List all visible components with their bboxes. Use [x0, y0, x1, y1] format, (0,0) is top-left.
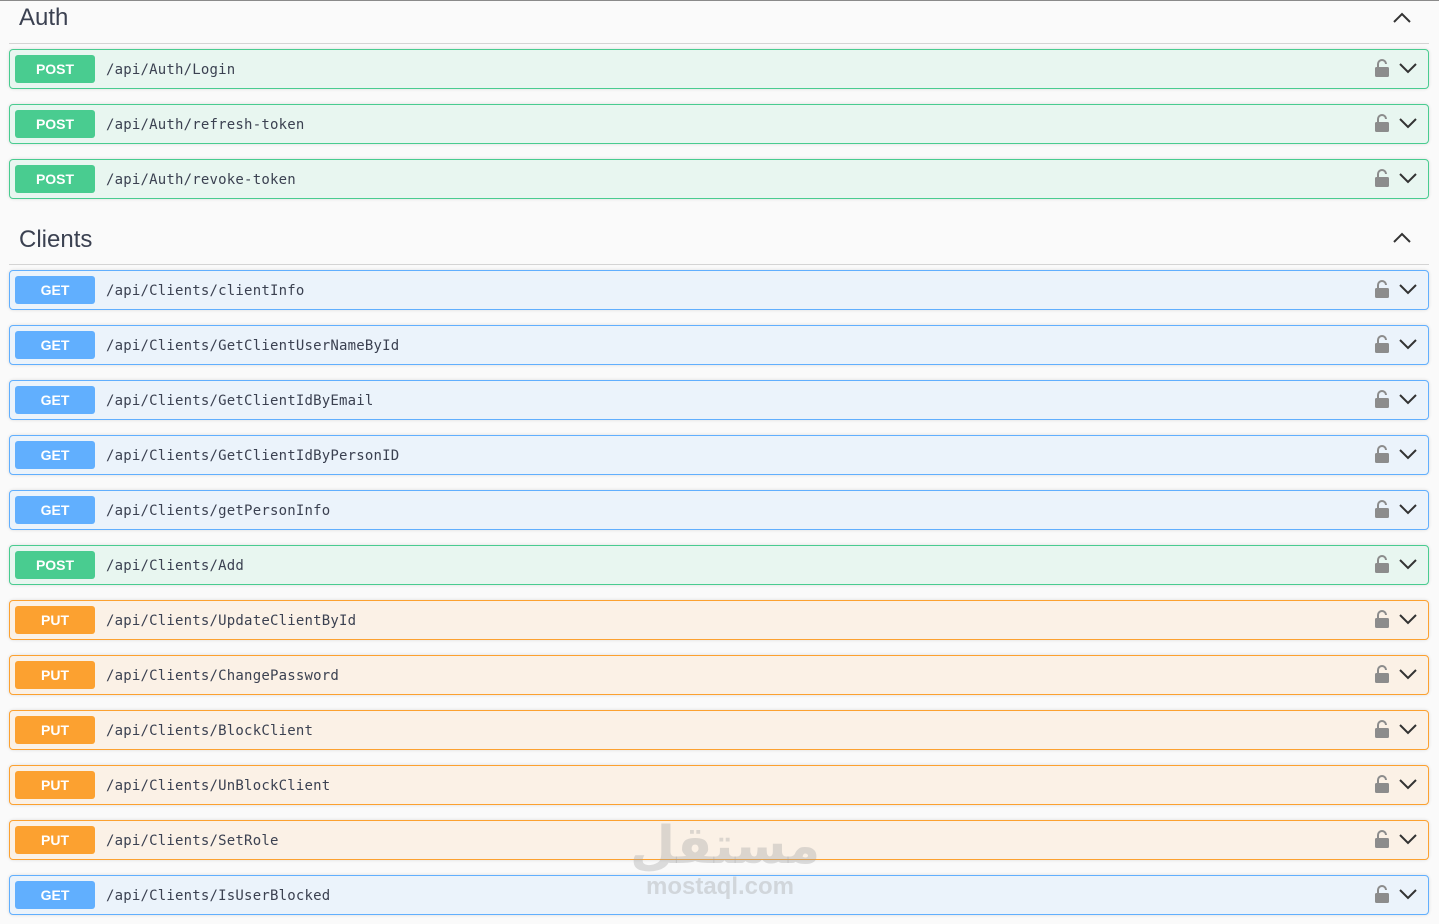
operation-row[interactable]: GET/api/Clients/GetClientIdByEmail: [9, 380, 1429, 420]
chevron-down-icon[interactable]: [1398, 168, 1418, 188]
section-clients-header[interactable]: Clients: [9, 224, 1429, 265]
lock-icon[interactable]: [1374, 499, 1390, 519]
method-badge: PUT: [15, 771, 95, 799]
endpoint-path: /api/Clients/BlockClient: [106, 723, 314, 739]
lock-icon[interactable]: [1374, 334, 1390, 354]
endpoint-path: /api/Clients/clientInfo: [106, 283, 305, 299]
method-badge: POST: [15, 551, 95, 579]
chevron-down-icon[interactable]: [1398, 113, 1418, 133]
endpoint-path: /api/Clients/UnBlockClient: [106, 778, 331, 794]
endpoint-path: /api/Clients/SetRole: [106, 833, 279, 849]
method-badge: POST: [15, 110, 95, 138]
method-badge: PUT: [15, 661, 95, 689]
lock-icon[interactable]: [1374, 554, 1390, 574]
chevron-down-icon[interactable]: [1398, 334, 1418, 354]
method-badge: GET: [15, 441, 95, 469]
method-badge: POST: [15, 165, 95, 193]
chevron-down-icon[interactable]: [1398, 884, 1418, 904]
lock-icon[interactable]: [1374, 774, 1390, 794]
operation-row[interactable]: GET/api/Clients/GetClientUserNameById: [9, 325, 1429, 365]
operation-row[interactable]: GET/api/Clients/IsUserBlocked: [9, 875, 1429, 915]
operation-row[interactable]: PUT/api/Clients/SetRole: [9, 820, 1429, 860]
method-badge: POST: [15, 55, 95, 83]
chevron-up-icon[interactable]: [1391, 7, 1413, 29]
operation-row[interactable]: PUT/api/Clients/UnBlockClient: [9, 765, 1429, 805]
lock-icon[interactable]: [1374, 58, 1390, 78]
operation-row[interactable]: POST/api/Auth/refresh-token: [9, 104, 1429, 144]
chevron-up-icon[interactable]: [1391, 227, 1413, 249]
endpoint-path: /api/Clients/GetClientIdByPersonID: [106, 448, 400, 464]
endpoint-path: /api/Auth/refresh-token: [106, 117, 305, 133]
endpoint-path: /api/Clients/IsUserBlocked: [106, 888, 331, 904]
method-badge: PUT: [15, 606, 95, 634]
lock-icon[interactable]: [1374, 444, 1390, 464]
method-badge: GET: [15, 276, 95, 304]
endpoint-path: /api/Clients/Add: [106, 558, 245, 574]
chevron-down-icon[interactable]: [1398, 279, 1418, 299]
chevron-down-icon[interactable]: [1398, 719, 1418, 739]
lock-icon[interactable]: [1374, 113, 1390, 133]
method-badge: GET: [15, 386, 95, 414]
chevron-down-icon[interactable]: [1398, 389, 1418, 409]
endpoint-path: /api/Auth/Login: [106, 62, 236, 78]
operation-row[interactable]: GET/api/Clients/getPersonInfo: [9, 490, 1429, 530]
method-badge: PUT: [15, 716, 95, 744]
endpoint-path: /api/Auth/revoke-token: [106, 172, 296, 188]
operation-row[interactable]: PUT/api/Clients/BlockClient: [9, 710, 1429, 750]
lock-icon[interactable]: [1374, 609, 1390, 629]
operation-row[interactable]: POST/api/Auth/revoke-token: [9, 159, 1429, 199]
operation-row[interactable]: POST/api/Clients/Add: [9, 545, 1429, 585]
lock-icon[interactable]: [1374, 719, 1390, 739]
method-badge: GET: [15, 881, 95, 909]
endpoint-path: /api/Clients/UpdateClientById: [106, 613, 357, 629]
chevron-down-icon[interactable]: [1398, 58, 1418, 78]
operation-row[interactable]: PUT/api/Clients/UpdateClientById: [9, 600, 1429, 640]
chevron-down-icon[interactable]: [1398, 444, 1418, 464]
operation-row[interactable]: GET/api/Clients/clientInfo: [9, 270, 1429, 310]
operation-row[interactable]: POST/api/Auth/Login: [9, 49, 1429, 89]
top-divider: [0, 0, 1439, 1]
chevron-down-icon[interactable]: [1398, 774, 1418, 794]
lock-icon[interactable]: [1374, 389, 1390, 409]
operation-row[interactable]: GET/api/Clients/GetClientIdByPersonID: [9, 435, 1429, 475]
lock-icon[interactable]: [1374, 884, 1390, 904]
section-title: Auth: [19, 4, 69, 31]
method-badge: PUT: [15, 826, 95, 854]
chevron-down-icon[interactable]: [1398, 609, 1418, 629]
lock-icon[interactable]: [1374, 664, 1390, 684]
lock-icon[interactable]: [1374, 168, 1390, 188]
method-badge: GET: [15, 331, 95, 359]
section-title: Clients: [19, 226, 93, 253]
section-auth-header[interactable]: Auth: [9, 3, 1429, 44]
endpoint-path: /api/Clients/GetClientIdByEmail: [106, 393, 374, 409]
lock-icon[interactable]: [1374, 829, 1390, 849]
method-badge: GET: [15, 496, 95, 524]
endpoint-path: /api/Clients/getPersonInfo: [106, 503, 331, 519]
endpoint-path: /api/Clients/ChangePassword: [106, 668, 339, 684]
lock-icon[interactable]: [1374, 279, 1390, 299]
chevron-down-icon[interactable]: [1398, 664, 1418, 684]
chevron-down-icon[interactable]: [1398, 499, 1418, 519]
operation-row[interactable]: PUT/api/Clients/ChangePassword: [9, 655, 1429, 695]
chevron-down-icon[interactable]: [1398, 829, 1418, 849]
chevron-down-icon[interactable]: [1398, 554, 1418, 574]
endpoint-path: /api/Clients/GetClientUserNameById: [106, 338, 400, 354]
